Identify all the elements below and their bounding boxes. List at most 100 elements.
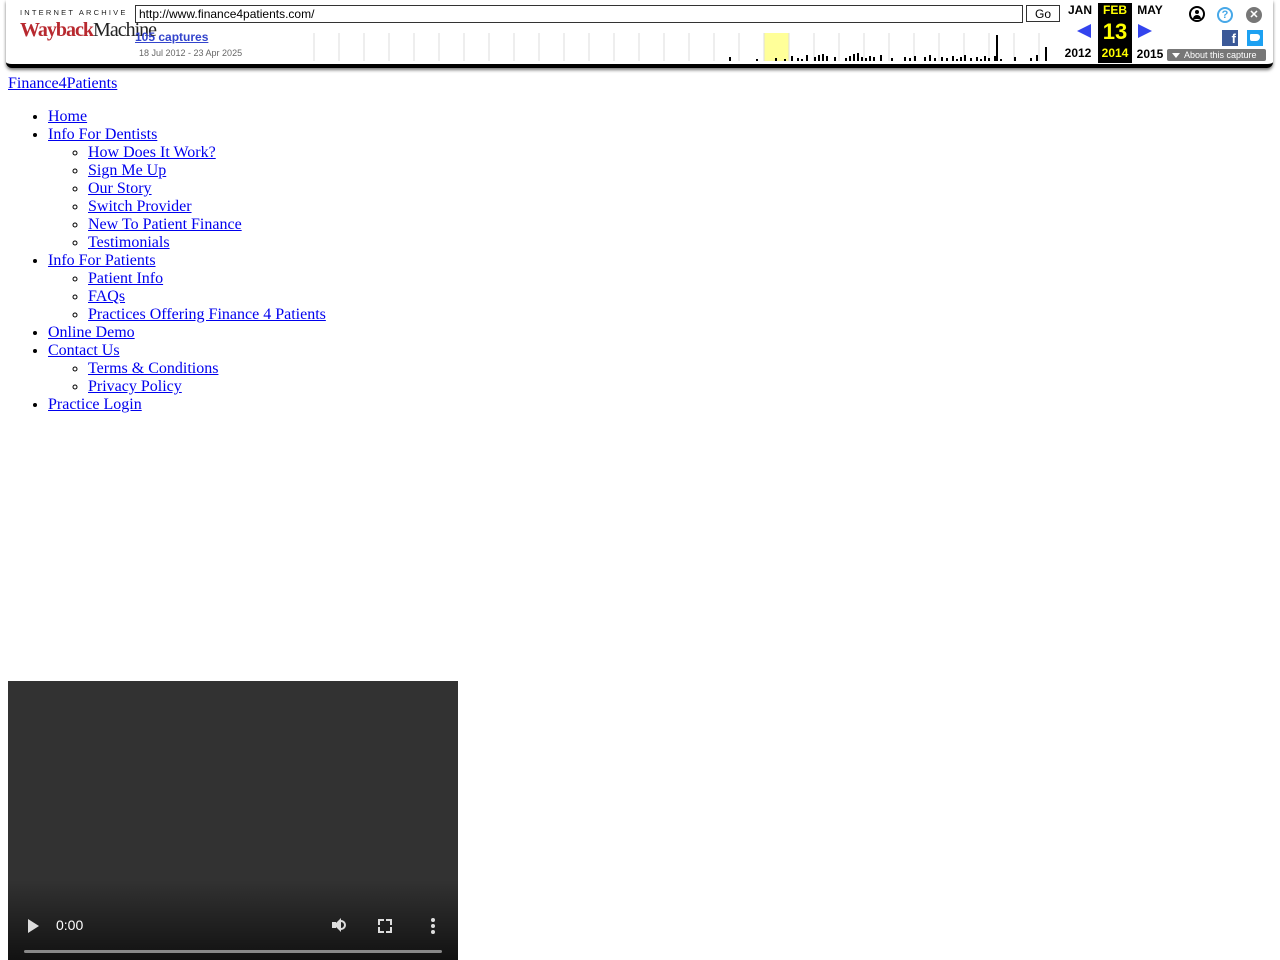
wayback-url-input[interactable] — [135, 5, 1023, 23]
main-nav: HomeInfo For DentistsHow Does It Work?Si… — [8, 108, 326, 414]
nav-subitem: Terms & Conditions — [88, 360, 326, 378]
wayback-current-day: 13 — [1102, 19, 1128, 44]
more-options-icon[interactable] — [431, 918, 435, 934]
graph-capture-spike — [891, 58, 893, 61]
graph-capture-spike — [929, 55, 931, 61]
nav-link[interactable]: Info For Dentists — [48, 126, 157, 143]
graph-capture-spike — [964, 55, 966, 61]
graph-capture-spike — [980, 59, 982, 61]
nav-link[interactable]: Online Demo — [48, 324, 135, 341]
user-icon[interactable] — [1189, 6, 1205, 22]
wayback-next-capture-icon[interactable] — [1138, 24, 1152, 38]
facebook-icon[interactable]: f — [1222, 30, 1238, 46]
graph-capture-spike — [865, 58, 867, 61]
graph-capture-spike — [822, 54, 824, 61]
nav-subitem: Practices Offering Finance 4 Patients — [88, 306, 326, 324]
twitter-icon[interactable] — [1247, 30, 1263, 46]
play-icon[interactable] — [28, 919, 39, 933]
nav-link[interactable]: Contact Us — [48, 342, 120, 359]
nav-link[interactable]: Home — [48, 108, 87, 125]
nav-sublink[interactable]: New To Patient Finance — [88, 216, 242, 233]
nav-item: Info For DentistsHow Does It Work?Sign M… — [48, 126, 326, 252]
nav-subitem: Privacy Policy — [88, 378, 326, 396]
volume-icon[interactable] — [331, 917, 347, 933]
wayback-next-month[interactable]: MAY — [1134, 3, 1166, 17]
nav-sublink[interactable]: Patient Info — [88, 270, 163, 287]
graph-capture-spike — [853, 54, 855, 61]
graph-capture-spike — [946, 58, 948, 61]
nav-item: Online Demo — [48, 324, 326, 342]
graph-capture-spike — [801, 59, 803, 61]
dropdown-triangle-icon — [1172, 52, 1180, 58]
graph-capture-spike — [1030, 58, 1032, 61]
about-capture-button[interactable]: About this capture — [1167, 49, 1266, 61]
wayback-prev-month[interactable]: JAN — [1064, 3, 1096, 17]
wayback-captures-link[interactable]: 105 captures — [135, 30, 208, 44]
wayback-date-range: 18 Jul 2012 - 23 Apr 2025 — [139, 48, 243, 58]
graph-current-highlight — [764, 33, 789, 61]
graph-capture-spike — [1014, 57, 1016, 61]
wayback-logo-top: INTERNET ARCHIVE — [20, 8, 128, 17]
graph-capture-spike — [756, 59, 758, 61]
nav-sublink[interactable]: Switch Provider — [88, 198, 192, 215]
video-seek-bar[interactable] — [24, 950, 442, 953]
graph-capture-spike — [934, 58, 936, 61]
nav-item: Practice Login — [48, 396, 326, 414]
nav-sublink[interactable]: Testimonials — [88, 234, 170, 251]
graph-capture-spike — [791, 56, 793, 61]
graph-capture-spike — [914, 56, 916, 61]
nav-link[interactable]: Practice Login — [48, 396, 142, 413]
nav-sublink[interactable]: FAQs — [88, 288, 125, 305]
graph-capture-spike — [1045, 47, 1047, 61]
nav-sublink[interactable]: Sign Me Up — [88, 162, 166, 179]
graph-capture-spike — [976, 57, 978, 61]
graph-capture-spike — [845, 58, 847, 61]
graph-capture-spike — [729, 57, 731, 61]
nav-subitem: Switch Provider — [88, 198, 326, 216]
wayback-next-year[interactable]: 2015 — [1134, 47, 1166, 61]
nav-subitem: How Does It Work? — [88, 144, 326, 162]
graph-capture-spike — [996, 35, 998, 61]
nav-item: Contact UsTerms & ConditionsPrivacy Poli… — [48, 342, 326, 396]
video-time: 0:00 — [56, 917, 84, 933]
wayback-logo[interactable]: INTERNET ARCHIVE WaybackMachine — [20, 8, 157, 50]
site-logo-link[interactable]: Finance4Patients — [8, 75, 117, 93]
graph-capture-spike — [797, 58, 799, 61]
help-icon[interactable]: ? — [1217, 7, 1233, 23]
nav-sublink[interactable]: Practices Offering Finance 4 Patients — [88, 306, 326, 323]
nav-subitem: Patient Info — [88, 270, 326, 288]
graph-capture-spike — [849, 56, 851, 61]
nav-item: Info For PatientsPatient InfoFAQsPractic… — [48, 252, 326, 324]
nav-link[interactable]: Info For Patients — [48, 252, 156, 269]
fullscreen-icon[interactable] — [378, 919, 392, 933]
nav-sublink[interactable]: Terms & Conditions — [88, 360, 218, 377]
site-logo-alt: Finance4Patients — [8, 75, 118, 92]
graph-capture-spike — [941, 57, 943, 61]
nav-subitem: Testimonials — [88, 234, 326, 252]
graph-capture-spike — [924, 57, 926, 61]
close-icon[interactable]: ✕ — [1246, 7, 1262, 23]
graph-capture-spike — [818, 55, 820, 61]
wayback-logo-text: WaybackMachine — [20, 19, 157, 41]
wayback-prev-capture-icon[interactable] — [1077, 24, 1091, 38]
wayback-toolbar: INTERNET ARCHIVE WaybackMachine Go 105 c… — [6, 0, 1273, 68]
wayback-capture-graph[interactable] — [308, 33, 1058, 61]
graph-capture-spike — [956, 59, 958, 61]
graph-capture-spike — [834, 57, 836, 61]
wayback-go-button[interactable]: Go — [1026, 5, 1060, 22]
nav-sublink[interactable]: How Does It Work? — [88, 144, 216, 161]
graph-capture-spike — [970, 58, 972, 61]
graph-capture-spike — [994, 56, 996, 61]
nav-subitem: Sign Me Up — [88, 162, 326, 180]
wayback-prev-year[interactable]: 2012 — [1062, 46, 1094, 60]
graph-capture-spike — [814, 57, 816, 61]
graph-capture-spike — [960, 57, 962, 61]
graph-capture-spike — [869, 56, 871, 61]
graph-capture-spike — [952, 56, 954, 61]
video-player[interactable]: 0:00 — [8, 681, 458, 960]
nav-sublink[interactable]: Privacy Policy — [88, 378, 182, 395]
nav-subitem: New To Patient Finance — [88, 216, 326, 234]
graph-capture-spike — [1000, 59, 1002, 61]
nav-sublink[interactable]: Our Story — [88, 180, 152, 197]
graph-capture-spike — [861, 57, 863, 61]
